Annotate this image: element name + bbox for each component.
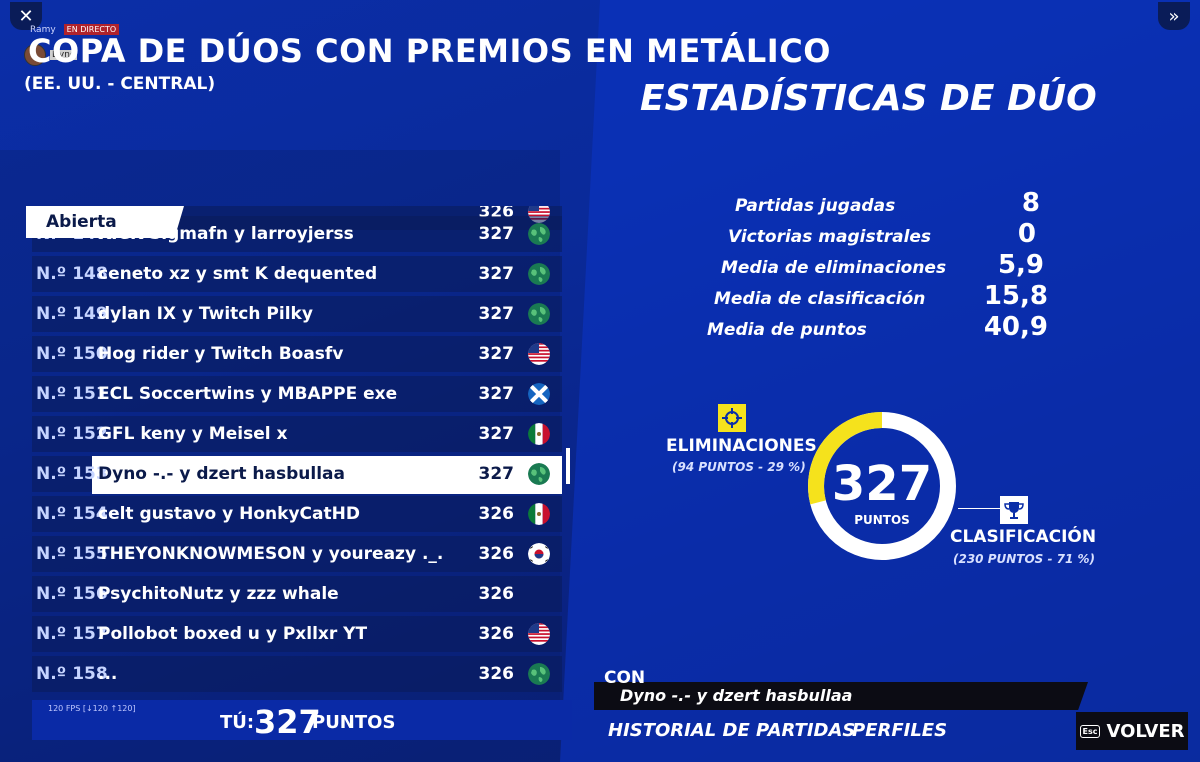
row-score: 327 [478, 464, 515, 484]
esc-key-icon: Esc [1079, 724, 1101, 738]
you-bar: 120 FPS [↓120 ↑120] TÚ: 327 PUNTOS [32, 700, 572, 741]
leaderboard-row-selected[interactable]: N.º 153 Dyno -.- y dzert hasbullaa 327 [32, 456, 562, 494]
row-score: 326 [478, 584, 515, 604]
stat-label: Media de puntos [707, 320, 867, 340]
duo-name: Dyno -.- y dzert hasbullaa [620, 686, 853, 705]
eliminations-label: ELIMINACIONES [666, 436, 817, 456]
usa-flag-icon [528, 343, 550, 365]
back-label: VOLVER [1106, 720, 1185, 742]
scotland-flag-icon [528, 383, 550, 405]
row-score: 327 [478, 384, 515, 404]
classification-connector [958, 508, 1002, 509]
you-points: 327 [254, 703, 321, 741]
tab-historial[interactable]: HISTORIAL DE PARTIDAS [608, 720, 855, 741]
row-rank: N.º 148 [36, 264, 108, 284]
you-label: TÚ: [220, 712, 255, 733]
row-score: 326 [478, 624, 515, 644]
row-score: 326 [478, 544, 515, 564]
crosshair-icon [718, 404, 746, 432]
stat-label: Media de eliminaciones [721, 258, 947, 278]
row-rank: N.º 153 [36, 464, 108, 484]
leaderboard-row[interactable]: N.º 151 ECL Soccertwins y MBAPPE exe 327 [32, 376, 562, 412]
stats-title: ESTADÍSTICAS DE DÚO [640, 78, 1097, 119]
row-score: 327 [478, 264, 515, 284]
stat-value: 8 [1021, 188, 1040, 218]
leaderboard-row[interactable]: N.º 148 ceneto xz y smt K dequented 327 [32, 256, 562, 292]
usa-flag-icon [528, 623, 550, 645]
donut-unit: PUNTOS [854, 513, 910, 527]
row-duo-name: GFL keny y Meisel x [98, 424, 288, 444]
mexico-flag-icon [528, 423, 550, 445]
row-rank: N.º 157 [36, 624, 108, 644]
globe-flag-icon [528, 463, 550, 485]
row-duo-name: THEYONKNOWMESON y youreazy ._. [98, 544, 444, 564]
points-donut: 327 PUNTOS [808, 412, 956, 560]
tournament-title: COPA DE DÚOS CON PREMIOS EN METÁLICO [28, 32, 831, 70]
row-score: 326 [478, 664, 515, 684]
row-rank: N.º 150 [36, 344, 108, 364]
row-duo-name: Pollobot boxed u y Pxllxr YT [98, 624, 368, 644]
globe-flag-icon [528, 263, 550, 285]
row-duo-name: Hog rider y Twitch Boasfv [98, 344, 344, 364]
row-score: 327 [478, 344, 515, 364]
row-duo-name: PsychitoNutz y zzz whale [98, 584, 339, 604]
row-duo-name: ceneto xz y smt K dequented [98, 264, 378, 284]
stat-label: Partidas jugadas [735, 196, 896, 216]
leaderboard-row[interactable]: N.º 149 dylan IX y Twitch Pilky 327 [32, 296, 562, 332]
row-rank: N.º 158 [36, 664, 108, 684]
globe-flag-icon [528, 223, 550, 245]
stat-value: 15,8 [983, 281, 1048, 311]
game-screen: ✕ » Ramy EN DIRECTO Dyno COPA DE DÚOS CO… [0, 0, 1200, 762]
classification-points: (230 PUNTOS - 71 %) [953, 552, 1096, 566]
globe-flag-icon [528, 303, 550, 325]
row-rank: N.º 154 [36, 504, 108, 524]
region-label: (EE. UU. - CENTRAL) [24, 74, 216, 94]
mexico-flag-icon [528, 503, 550, 525]
row-rank: N.º 151 [36, 384, 108, 404]
row-score: 327 [478, 224, 515, 244]
korea-flag-icon [528, 543, 550, 565]
row-rank: N.º 149 [36, 304, 108, 324]
eliminations-points: (94 PUNTOS - 29 %) [672, 460, 806, 474]
leaderboard-row[interactable]: N.º 152 GFL keny y Meisel x 327 [32, 416, 562, 452]
stat-label: Victorias magistrales [728, 227, 932, 247]
trophy-icon [1000, 496, 1028, 524]
back-button[interactable]: Esc VOLVER [1076, 712, 1188, 750]
fps-counter: 120 FPS [↓120 ↑120] [48, 704, 136, 713]
stat-value: 5,9 [997, 250, 1044, 280]
leaderboard-row[interactable]: N.º 156 PsychitoNutz y zzz whale 326 [32, 576, 562, 612]
row-score: 327 [478, 424, 515, 444]
row-rank: N.º 152 [36, 424, 108, 444]
globe-flag-icon [528, 663, 550, 685]
leaderboard-row[interactable]: N.º 154 celt gustavo y HonkyCatHD 326 [32, 496, 562, 532]
you-points-unit: PUNTOS [312, 712, 396, 733]
con-label: CON [604, 668, 646, 688]
stat-value: 40,9 [983, 312, 1048, 342]
row-duo-name: celt gustavo y HonkyCatHD [98, 504, 360, 524]
leaderboard-row[interactable]: N.º 158... 326 [32, 656, 562, 692]
tab-perfiles[interactable]: PERFILES [852, 720, 947, 741]
leaderboard-row[interactable]: N.º 150 Hog rider y Twitch Boasfv 327 [32, 336, 562, 372]
leaderboard-row[interactable]: N.º 155 THEYONKNOWMESON y youreazy ._. 326 [32, 536, 562, 572]
scrollbar-thumb[interactable] [566, 448, 570, 484]
leaderboard: Abierta N.º 146...326N.º 147KICK Sigmafn… [26, 206, 574, 702]
row-score: 326 [478, 504, 515, 524]
row-rank: N.º 156 [36, 584, 108, 604]
row-duo-name: ECL Soccertwins y MBAPPE exe [98, 384, 398, 404]
chevron-double-right-icon[interactable]: » [1158, 2, 1190, 30]
tab-abierta[interactable]: Abierta [26, 206, 184, 238]
classification-label: CLASIFICACIÓN [950, 527, 1097, 547]
row-duo-name: ... [98, 664, 118, 684]
row-rank: N.º 155 [36, 544, 108, 564]
row-duo-name: dylan IX y Twitch Pilky [98, 304, 313, 324]
stat-value: 0 [1017, 219, 1036, 249]
row-duo-name: Dyno -.- y dzert hasbullaa [98, 464, 345, 484]
row-score: 327 [478, 304, 515, 324]
stat-label: Media de clasificación [714, 289, 926, 309]
donut-total: 327 [832, 456, 932, 512]
leaderboard-row[interactable]: N.º 157 Pollobot boxed u y Pxllxr YT 326 [32, 616, 562, 652]
